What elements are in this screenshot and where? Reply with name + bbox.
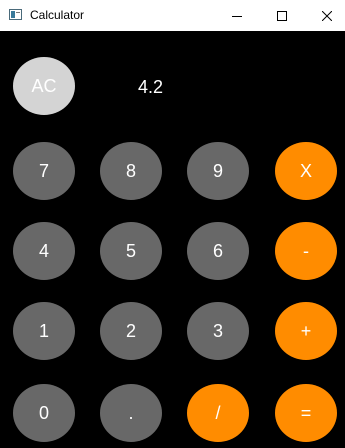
maximize-icon <box>277 10 287 21</box>
minimize-icon <box>232 15 242 17</box>
equals-button[interactable]: = <box>275 384 337 442</box>
calculator-window: Calculator AC 4.2 7 8 9 X 4 5 6 - 1 2 3 … <box>0 0 345 448</box>
digit-9-button[interactable]: 9 <box>187 142 249 200</box>
digit-6-button[interactable]: 6 <box>187 222 249 280</box>
display-value: 4.2 <box>138 77 164 97</box>
calculator-app-icon <box>9 9 22 20</box>
multiply-button[interactable]: X <box>275 142 337 200</box>
digit-3-button[interactable]: 3 <box>187 302 249 360</box>
clear-button[interactable]: AC <box>13 57 75 115</box>
title-bar[interactable]: Calculator <box>0 0 345 31</box>
add-button[interactable]: + <box>275 302 337 360</box>
minimize-button[interactable] <box>214 0 260 31</box>
divide-button[interactable]: / <box>187 384 249 442</box>
digit-5-button[interactable]: 5 <box>100 222 162 280</box>
digit-4-button[interactable]: 4 <box>13 222 75 280</box>
digit-7-button[interactable]: 7 <box>13 142 75 200</box>
digit-8-button[interactable]: 8 <box>100 142 162 200</box>
subtract-button[interactable]: - <box>275 222 337 280</box>
decimal-button[interactable]: . <box>100 384 162 442</box>
maximize-button[interactable] <box>259 0 305 31</box>
digit-0-button[interactable]: 0 <box>13 384 75 442</box>
close-button[interactable] <box>304 0 345 31</box>
close-icon <box>322 10 332 21</box>
window-title: Calculator <box>30 8 85 22</box>
digit-1-button[interactable]: 1 <box>13 302 75 360</box>
digit-2-button[interactable]: 2 <box>100 302 162 360</box>
